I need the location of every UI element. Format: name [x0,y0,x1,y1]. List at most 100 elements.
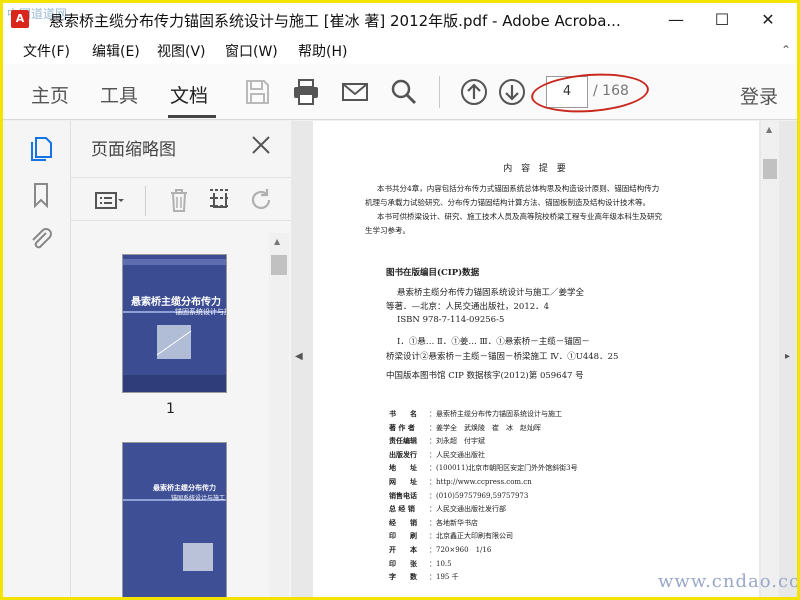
cip-line: ISBN 978-7-114-09256-5 [397,315,505,325]
toolbar-divider [439,76,440,108]
colophon-value: ：北京鑫正大印刷有限公司 [429,532,513,541]
cip-line: 桥梁设计②悬索桥－主缆－锚固－桥梁施工 Ⅳ．①U448．25 [386,352,619,362]
cip-line: 等著．—北京：人民交通出版社，2012．4 [386,302,550,312]
document-view: ◀ 内 容 提 要 本书共分4章，内容包括分布传力式锚固系统总体构思及构造设计原… [291,121,797,597]
summary-line: 本书可供桥梁设计、研究、施工技术人员及高等院校桥梁工程专业高年级本科生及研究 [377,212,662,221]
cip-heading: 图书在版编目(CIP)数据 [386,268,480,278]
pdf-page: 内 容 提 要 本书共分4章，内容包括分布传力式锚固系统总体构思及构造设计原则、… [313,121,759,597]
print-icon[interactable] [290,76,322,108]
colophon-label: 开 本 [389,545,417,554]
colophon-value: ：(010)59757969,59757973 [429,491,529,500]
page-down-icon[interactable] [496,76,528,108]
tab-tools[interactable]: 工具 [100,81,138,108]
colophon-label: 地 址 [389,463,417,473]
email-icon[interactable] [339,76,371,108]
acrobat-window: 中国道道网 A 悬索桥主缆分布传力锚固系统设计与施工 [崔冰 著] 2012年版… [0,0,800,600]
menu-view[interactable]: 视图(V) [157,41,206,61]
cip-line: 中国版本图书馆 CIP 数据核字(2012)第 059647 号 [386,371,584,381]
colophon-row: 书 名 ：悬索桥主缆分布传力锚固系统设计与施工 [389,409,562,419]
acrobat-app-icon[interactable]: A [11,10,29,28]
page-thumbnail-2[interactable]: 悬索桥主缆分布传力 锚固系统设计与施工 [123,443,226,597]
colophon-label: 出版发行 [389,449,417,459]
colophon-value: ：各地新华书店 [429,518,478,527]
book-cover-art-2 [123,443,226,597]
colophon-value: ：姜学全 武焕陵 崔 冰 赵灿晖 [429,423,541,432]
active-tab-indicator [168,115,216,118]
colophon-row: 印 张 ：10.5 [389,559,452,569]
extract-page-icon[interactable] [204,184,236,216]
menu-edit[interactable]: 编辑(E) [92,41,140,61]
page-total-label: / 168 [593,83,629,99]
search-icon[interactable] [388,76,420,108]
save-icon[interactable] [241,76,273,108]
menu-help[interactable]: 帮助(H) [298,41,347,61]
colophon-row: 开 本 ：720×960 1/16 [389,545,491,555]
page-up-icon[interactable] [458,76,490,108]
maximize-button[interactable]: ☐ [699,3,745,36]
cover-title-2: 悬索桥主缆分布传力 [153,484,216,492]
colophon-value: ：10.5 [429,559,452,568]
colophon-row: 销售电话 ：(010)59757969,59757973 [389,491,528,501]
rotate-page-icon[interactable] [245,184,277,216]
summary-heading: 内 容 提 要 [503,164,569,174]
delete-page-icon[interactable] [163,184,195,216]
thumbnail-toolbar [71,177,291,221]
page-thumbnails-icon[interactable] [27,135,55,163]
summary-line: 本书共分4章，内容包括分布传力式锚固系统总体构思及构造设计原则、锚固结构传力 [377,184,660,193]
colophon-label: 责任编辑 [389,436,417,446]
colophon-row: 字 数 ：195 千 [389,572,459,582]
thumbnail-toolbar-divider [145,186,146,216]
colophon-row: 地 址 ：(100011)北京市朝阳区安定门外外馆斜街3号 [389,463,578,473]
attachment-icon[interactable] [27,225,55,253]
document-scrollbar[interactable]: ▲ [761,121,779,597]
document-scrollbar-thumb[interactable] [763,159,777,179]
colophon-label: 印 刷 [389,531,417,541]
menu-file[interactable]: 文件(F) [23,41,70,61]
summary-line: 机理与承载力试验研究、分布传力锚固结构计算方法、锚固板制造及结构设计技术等。 [365,198,650,207]
minimize-button[interactable]: — [653,3,699,36]
cover-subtitle-2: 锚固系统设计与施工 [171,495,226,502]
collapse-menu-icon[interactable]: ⌃ [781,43,791,57]
current-page-input[interactable]: 4 [546,76,588,108]
colophon-value: ：刘永超 付宇斌 [429,437,485,446]
colophon-value: ：人民交通出版社 [429,450,485,459]
window-title: 悬索桥主缆分布传力锚固系统设计与施工 [崔冰 著] 2012年版.pdf - A… [49,12,621,30]
colophon-row: 著 作 者 ：姜学全 武焕陵 崔 冰 赵灿晖 [389,423,541,433]
page-options-icon[interactable] [93,184,125,216]
thumbnail-list: 悬索桥主缆分布传力 锚固系统设计与施工 1 悬索桥主缆分布传力 锚固系统设计与施… [71,221,291,597]
thumbnail-page-label: 1 [166,401,175,417]
scroll-up-icon[interactable]: ▲ [766,125,772,134]
site-watermark: www.cndao.com [658,571,800,592]
tab-document[interactable]: 文档 [170,81,208,108]
close-panel-icon[interactable] [249,133,273,157]
tab-home[interactable]: 主页 [31,81,69,108]
summary-line: 生学习参考。 [365,226,410,235]
colophon-label: 经 销 [389,517,417,527]
cover-title: 悬索桥主缆分布传力 [131,297,221,308]
login-button[interactable]: 登录 [740,82,778,109]
left-nav-rail [3,121,71,597]
colophon-row: 出版发行 ：人民交通出版社 [389,450,485,460]
panel-title: 页面缩略图 [91,140,176,160]
colophon-label: 销售电话 [389,490,417,500]
expand-right-panel-icon[interactable]: ▸ [785,351,790,362]
colophon-value: ：人民交通出版社发行部 [429,505,506,514]
colophon-row: 印 刷 ：北京鑫正大印刷有限公司 [389,531,513,541]
page-thumbnail-1[interactable]: 悬索桥主缆分布传力 锚固系统设计与施工 [123,255,226,392]
close-window-button[interactable]: ✕ [745,3,791,36]
colophon-row: 总 经 销 ：人民交通出版社发行部 [389,504,506,514]
main-toolbar: 主页 工具 文档 4 / 168 登录 [3,64,797,120]
colophon-value: ：(100011)北京市朝阳区安定门外外馆斜街3号 [429,464,578,473]
colophon-label: 印 张 [389,558,417,568]
page-thumbnails-panel: 页面缩略图 ▲ 悬索桥主缆分布传力 锚固系统设计与 1 悬索桥主缆分布传力 锚固… [71,121,291,597]
colophon-value: ：195 千 [429,573,459,582]
colophon-value: ：http://www.ccpress.com.cn [429,478,532,486]
colophon-row: 经 销 ：各地新华书店 [389,518,478,528]
menu-window[interactable]: 窗口(W) [225,41,278,61]
collapse-left-panel-icon[interactable]: ◀ [295,351,303,362]
colophon-value: ：悬索桥主缆分布传力锚固系统设计与施工 [429,410,562,418]
bookmark-icon[interactable] [27,181,55,209]
colophon-value: ：720×960 1/16 [429,546,492,554]
book-cover-art [123,255,226,392]
colophon-label: 总 经 销 [389,504,415,514]
